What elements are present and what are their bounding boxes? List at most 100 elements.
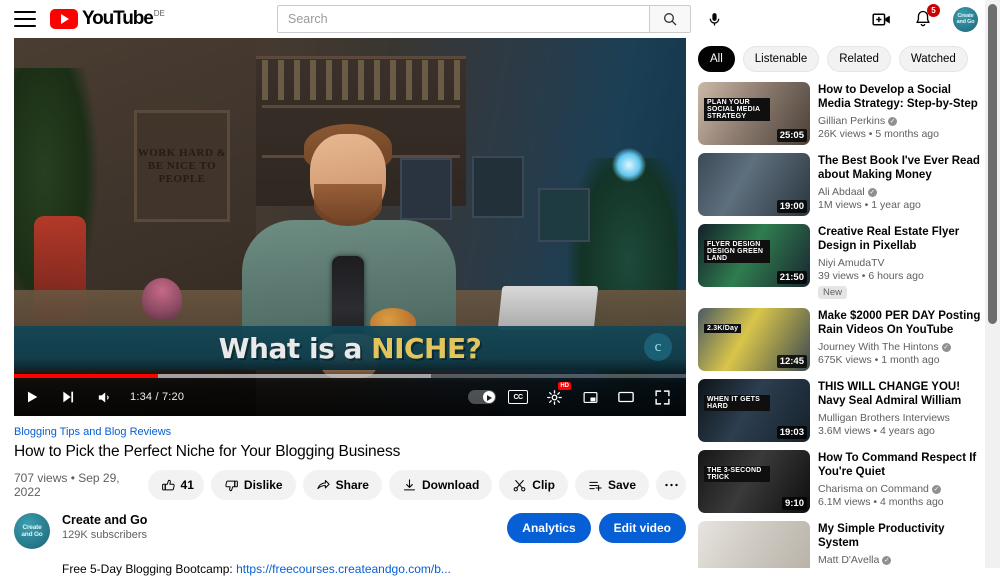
action-buttons: 41 Dislike Share Download Clip Save	[147, 470, 686, 500]
video-duration: 19:03	[776, 426, 807, 439]
more-options-icon	[664, 483, 678, 487]
video-thumbnail[interactable]: 19:00	[698, 153, 810, 216]
video-stats: 6.1M views • 4 months ago	[818, 496, 944, 508]
related-video-item[interactable]: FLYER DESIGN DESIGN GREEN LAND 21:50 Creat…	[698, 224, 984, 300]
clip-button[interactable]: Clip	[499, 470, 568, 500]
voice-search-button[interactable]	[700, 5, 728, 33]
related-video-item[interactable]: 2.3K/Day 12:45 Make $2000 PER DAY Posting …	[698, 308, 984, 371]
play-button[interactable]	[14, 378, 50, 416]
related-video-item[interactable]: 25:45 My Simple Productivity System Matt D…	[698, 521, 984, 568]
volume-icon	[98, 392, 109, 402]
channel-avatar[interactable]: Create and Go	[14, 513, 50, 549]
masthead: YouTube DE Search 5 Create and Go	[0, 0, 992, 38]
video-duration: 19:00	[776, 200, 807, 213]
filter-chip-label: Watched	[910, 53, 956, 65]
edit-video-button[interactable]: Edit video	[598, 513, 686, 543]
microphone-icon	[709, 12, 719, 26]
like-button[interactable]: 41	[147, 470, 204, 500]
video-thumbnail[interactable]: PLAN YOUR SOCIAL MEDIA STRATEGY 25:05	[698, 82, 810, 145]
video-channel[interactable]: Ali Abdaal ✓	[818, 186, 984, 198]
dislike-button[interactable]: Dislike	[210, 470, 296, 500]
scene-flowers	[142, 278, 182, 320]
volume-button[interactable]	[86, 378, 122, 416]
time-display: 1:34 / 7:20	[130, 391, 185, 403]
next-video-button[interactable]	[50, 378, 86, 416]
related-video-item[interactable]: 19:00 The Best Book I've Ever Read about …	[698, 153, 984, 216]
more-options-button[interactable]	[656, 470, 686, 500]
create-video-button[interactable]	[869, 7, 893, 31]
next-video-icon	[63, 391, 74, 403]
page-scrollbar[interactable]	[985, 0, 1000, 568]
video-channel[interactable]: Matt D'Avella ✓	[818, 554, 984, 566]
thumbs-down-icon	[225, 480, 238, 491]
settings-button[interactable]: HD	[536, 378, 572, 416]
related-video-item[interactable]: WHEN IT GETS HARD 19:03 THIS WILL CHANGE Y…	[698, 379, 984, 442]
video-channel[interactable]: Journey With The Hintons ✓	[818, 341, 984, 353]
closed-captions-icon: CC	[508, 390, 528, 404]
share-label: Share	[335, 478, 369, 492]
video-channel[interactable]: Niyi AmudaTV	[818, 257, 984, 269]
video-channel[interactable]: Gillian Perkins ✓	[818, 115, 984, 127]
player-controls-right: CC HD	[464, 378, 686, 416]
channel-name[interactable]: Create and Go	[62, 513, 147, 527]
video-duration: 25:05	[776, 129, 807, 142]
youtube-logo[interactable]: YouTube DE	[50, 9, 165, 29]
video-thumbnail[interactable]: THE 3-SECOND TRICK 9:10	[698, 450, 810, 513]
dislike-label: Dislike	[243, 478, 283, 492]
fullscreen-icon	[654, 389, 670, 405]
filter-chip-related[interactable]: Related	[827, 46, 891, 72]
related-videos-list: PLAN YOUR SOCIAL MEDIA STRATEGY 25:05 How …	[698, 82, 984, 568]
fullscreen-button[interactable]	[644, 378, 680, 416]
video-info: Make $2000 PER DAY Posting Rain Videos O…	[818, 308, 984, 371]
share-button[interactable]: Share	[302, 470, 382, 500]
video-channel[interactable]: Charisma on Command ✓	[818, 483, 984, 495]
search-input[interactable]	[277, 5, 649, 33]
notifications-button[interactable]: 5	[911, 4, 940, 31]
search-bar	[277, 5, 728, 33]
video-stats: 675K views • 1 month ago	[818, 354, 940, 366]
youtube-wordmark: YouTube	[82, 8, 154, 29]
video-actions-row: 707 views • Sep 29, 2022 41 Dislike Shar…	[14, 470, 686, 500]
filter-chip-listenable[interactable]: Listenable	[742, 46, 820, 72]
save-button[interactable]: Save	[574, 470, 649, 500]
filter-chip-watched[interactable]: Watched	[898, 46, 968, 72]
download-button[interactable]: Download	[388, 470, 493, 500]
video-thumbnail[interactable]: 2.3K/Day 12:45	[698, 308, 810, 371]
captions-button[interactable]: CC	[500, 378, 536, 416]
thumbnail-text: PLAN YOUR SOCIAL MEDIA STRATEGY	[704, 98, 770, 121]
miniplayer-button[interactable]	[572, 378, 608, 416]
filter-chip-all[interactable]: All	[698, 46, 735, 72]
video-info: Creative Real Estate Flyer Design in Pix…	[818, 224, 984, 300]
breadcrumb[interactable]: Blogging Tips and Blog Reviews	[14, 426, 686, 438]
search-icon	[664, 13, 677, 26]
notification-count-badge: 5	[927, 4, 940, 17]
hamburger-menu-icon[interactable]	[14, 11, 36, 27]
video-player[interactable]: WORK HARD & BE NICE TO PEOPLE What is a …	[14, 38, 686, 416]
video-title: How to Develop a Social Media Strategy: …	[818, 84, 978, 110]
scrollbar-thumb[interactable]	[988, 4, 997, 324]
video-description[interactable]: Free 5-Day Blogging Bootcamp: https://fr…	[62, 562, 686, 576]
related-video-item[interactable]: THE 3-SECOND TRICK 9:10 How To Command Res…	[698, 450, 984, 513]
autoplay-toggle-button[interactable]	[464, 378, 500, 416]
share-arrow-icon	[316, 479, 330, 489]
filter-chip-label: All	[710, 53, 723, 65]
filter-chip-label: Listenable	[754, 53, 808, 65]
video-thumbnail[interactable]: 25:45	[698, 521, 810, 568]
account-avatar[interactable]: Create and Go	[953, 6, 978, 32]
analytics-button[interactable]: Analytics	[507, 513, 591, 543]
theater-mode-button[interactable]	[608, 378, 644, 416]
video-channel-name: Matt D'Avella	[818, 554, 880, 566]
video-thumbnail[interactable]: FLYER DESIGN DESIGN GREEN LAND 21:50	[698, 224, 810, 287]
video-title: The Best Book I've Ever Read about Makin…	[818, 155, 980, 181]
download-icon	[403, 478, 415, 490]
description-link[interactable]: https://freecourses.createandgo.com/b...	[236, 562, 451, 576]
save-playlist-icon	[589, 481, 602, 491]
video-channel[interactable]: Mulligan Brothers Interviews	[818, 412, 984, 424]
search-button[interactable]	[649, 5, 691, 33]
autoplay-toggle	[468, 390, 496, 404]
video-info: The Best Book I've Ever Read about Makin…	[818, 153, 984, 216]
new-badge: New	[818, 286, 848, 299]
verified-badge-icon: ✓	[941, 342, 951, 352]
related-video-item[interactable]: PLAN YOUR SOCIAL MEDIA STRATEGY 25:05 How …	[698, 82, 984, 145]
video-thumbnail[interactable]: WHEN IT GETS HARD 19:03	[698, 379, 810, 442]
